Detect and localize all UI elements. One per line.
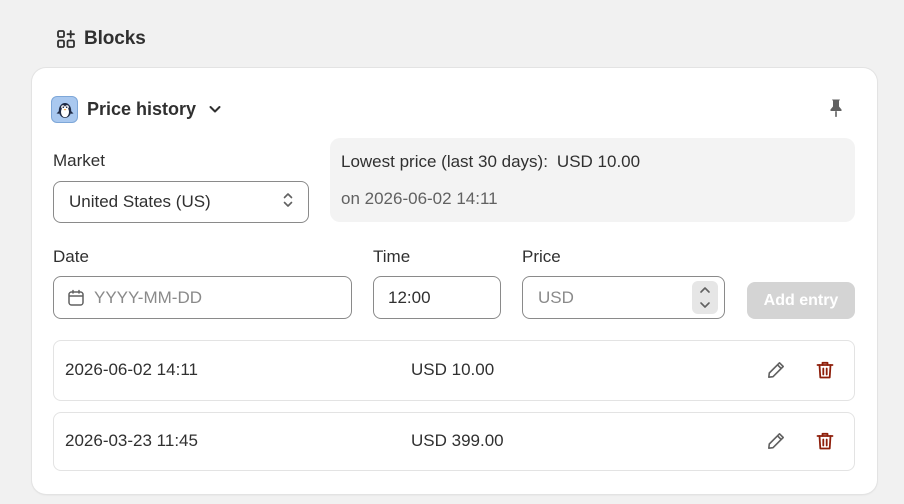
entry-price: USD 399.00	[411, 431, 504, 450]
penguin-app-icon	[51, 95, 78, 123]
chevron-up-icon[interactable]	[698, 284, 712, 296]
lowest-price-line: Lowest price (last 30 days): USD 10.00	[341, 152, 640, 172]
block-title: Price history	[87, 98, 197, 119]
block-header[interactable]: Price history	[51, 95, 223, 123]
market-select-value: United States (US)	[69, 192, 211, 211]
market-label: Market	[53, 151, 105, 170]
entry-date: 2026-06-02 14:11	[65, 360, 198, 379]
add-entry-button[interactable]: Add entry	[747, 282, 855, 319]
date-input[interactable]	[94, 287, 351, 308]
time-field[interactable]	[373, 276, 501, 319]
lowest-price-value: USD 10.00	[556, 152, 641, 171]
price-field[interactable]	[522, 276, 725, 319]
price-input[interactable]	[538, 287, 692, 308]
calendar-icon	[67, 289, 85, 307]
lowest-price-date: on 2026-06-02 14:11	[341, 189, 498, 208]
entry-price: USD 10.00	[411, 360, 495, 379]
section-title: Blocks	[84, 28, 146, 49]
lowest-price-info: Lowest price (last 30 days): USD 10.00 on…	[330, 138, 855, 222]
pencil-icon[interactable]	[764, 358, 788, 382]
market-select[interactable]: United States (US)	[53, 181, 309, 223]
select-arrows-icon	[282, 191, 294, 214]
time-label: Time	[373, 247, 411, 266]
price-stepper[interactable]	[692, 281, 718, 314]
table-row: 2026-03-23 11:45 USD 399.00	[53, 412, 855, 471]
chevron-down-icon[interactable]	[698, 299, 712, 311]
pencil-icon[interactable]	[764, 429, 788, 453]
table-row: 2026-06-02 14:11 USD 10.00	[53, 340, 855, 401]
entry-date: 2026-03-23 11:45	[65, 431, 198, 450]
time-input[interactable]	[388, 287, 500, 308]
price-history-block: Price history Market United States (US) …	[32, 68, 877, 494]
trash-icon[interactable]	[813, 429, 837, 453]
price-label: Price	[522, 247, 561, 266]
pin-icon[interactable]	[825, 97, 847, 119]
date-field[interactable]	[53, 276, 352, 319]
date-label: Date	[53, 247, 89, 266]
chevron-down-icon[interactable]	[207, 101, 223, 117]
lowest-price-label: Lowest price (last 30 days):	[341, 152, 548, 171]
blocks-icon	[56, 29, 76, 49]
trash-icon[interactable]	[813, 358, 837, 382]
blocks-section-header: Blocks	[56, 27, 146, 51]
